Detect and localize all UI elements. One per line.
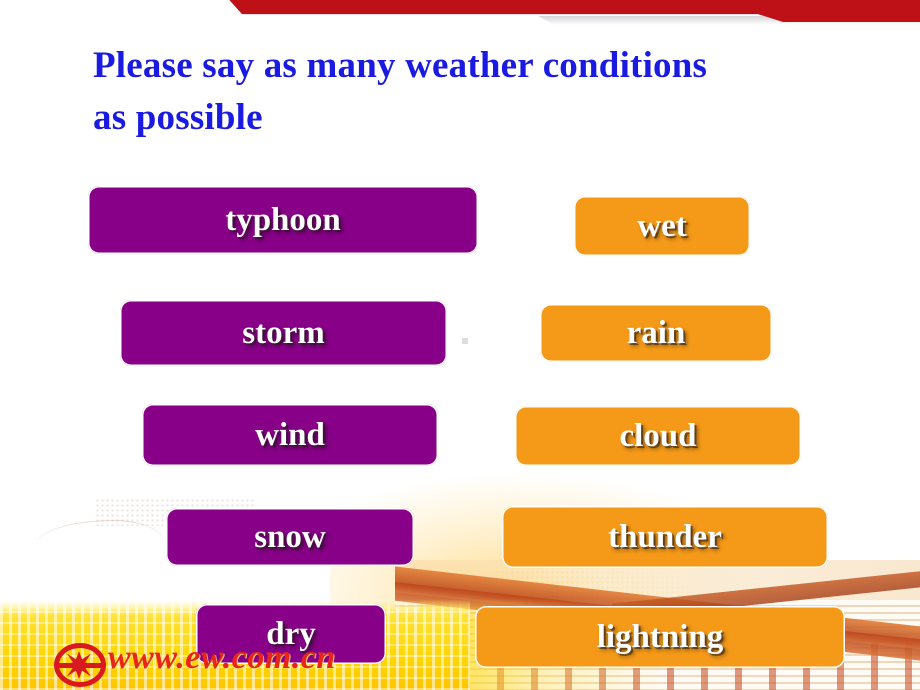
word-card-storm[interactable]: storm [107,287,447,366]
top-banner [0,0,920,34]
word-card-rain[interactable]: rain [527,291,772,362]
title-line-1: Please say as many weather conditions [93,45,708,86]
word-card-wet[interactable]: wet [561,183,750,256]
word-card-wind[interactable]: wind [129,391,438,466]
word-card-snow[interactable]: snow [153,495,414,566]
presentation-slide: Please say as many weather conditions as… [0,0,920,690]
logo-star [65,651,93,679]
star-circle-logo-icon [54,643,106,687]
word-card-thunder[interactable]: thunder [489,493,828,568]
word-card-cloud[interactable]: cloud [502,393,801,466]
site-url-text: www.ew.com.cn [108,639,336,676]
word-card-typhoon[interactable]: typhoon [75,173,478,254]
stray-dot [462,338,468,344]
word-card-lightning[interactable]: lightning [462,593,845,668]
faint-curve-line [36,520,166,545]
page-title: Please say as many weather conditions as… [93,40,883,144]
title-line-2: as possible [93,97,263,138]
